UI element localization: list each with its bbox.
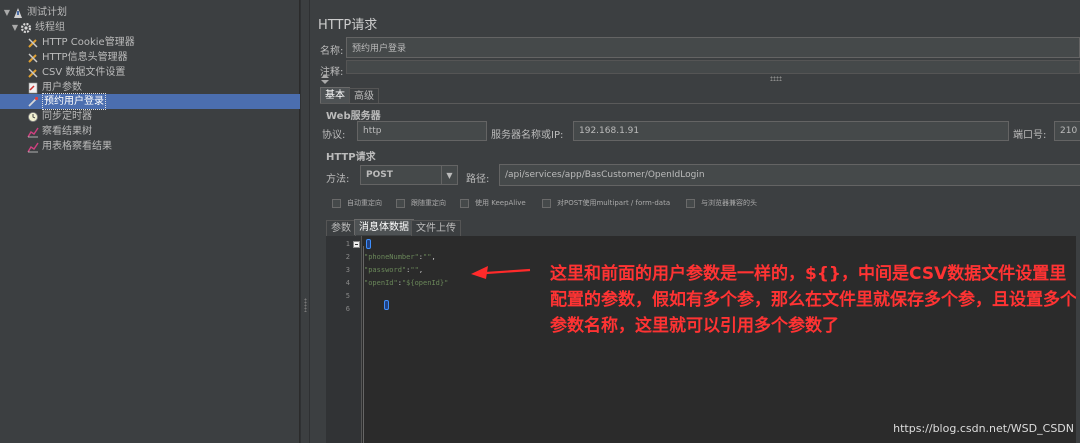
line-number-gutter: 1 2 3 4 5 6 — [326, 236, 362, 443]
tab-parameters[interactable]: 参数 — [326, 220, 356, 236]
checkbox-label: 对POST使用multipart / form-data — [557, 199, 671, 207]
tree-item-header-manager[interactable]: HTTP信息头管理器 — [27, 50, 128, 65]
tree-item-cookie-manager[interactable]: HTTP Cookie管理器 — [27, 35, 135, 50]
code-line: "phoneNumber":"", — [364, 253, 436, 261]
tree-item-label: 线程组 — [35, 22, 65, 33]
checkbox-box[interactable] — [460, 198, 469, 208]
tree-item-label: 同步定时器 — [42, 111, 92, 122]
checkbox-box[interactable] — [686, 198, 695, 208]
path-field[interactable]: /api/services/app/BasCustomer/OpenIdLogi… — [499, 164, 1080, 186]
open-brace-highlight — [366, 239, 371, 249]
test-plan-icon — [14, 7, 22, 18]
tab-divider — [320, 103, 1080, 104]
expand-toggle-icon[interactable]: ▼ — [2, 5, 12, 20]
tree-item-label: 察看结果树 — [42, 126, 92, 137]
checkbox-label: 自动重定向 — [347, 199, 382, 207]
tree-item-csv-data-set[interactable]: CSV 数据文件设置 — [27, 65, 125, 80]
collapse-arrows-icon[interactable] — [320, 74, 338, 84]
config-wrench-icon — [28, 52, 38, 63]
listener-chart-icon — [27, 142, 39, 152]
tree-item-label: CSV 数据文件设置 — [42, 67, 126, 78]
sampler-pipette-icon — [28, 96, 39, 107]
checkbox-box[interactable] — [396, 198, 405, 208]
close-brace-highlight — [384, 300, 389, 310]
checkbox-box[interactable] — [332, 198, 341, 208]
web-server-section-title: Web服务器 — [326, 111, 381, 122]
tree-item-test-plan[interactable]: ▼ 测试计划 — [2, 5, 67, 20]
thread-group-gear-icon — [20, 22, 32, 33]
test-plan-tree: ▼ 测试计划 ▼ 线程组 HTTP Cookie管理器 HTTP信息头管理器 C… — [0, 0, 300, 443]
checkbox-box[interactable] — [542, 198, 551, 208]
annotation-text: 这里和前面的用户参数是一样的，${}，中间是CSV数据文件设置里配置的参数，假如… — [550, 264, 1077, 336]
checkbox-label: 使用 KeepAlive — [475, 199, 526, 207]
preprocessor-icon — [28, 82, 38, 93]
tree-item-thread-group[interactable]: ▼ 线程组 — [10, 20, 65, 35]
protocol-label: 协议: — [322, 130, 346, 141]
line-number: 2 — [345, 253, 350, 261]
tree-item-label: HTTP信息头管理器 — [42, 52, 128, 63]
panel-title: HTTP请求 — [318, 18, 378, 33]
splitter-grip[interactable] — [304, 298, 307, 312]
port-field[interactable]: 210 — [1054, 121, 1080, 141]
code-line: "openId":"${openId}" — [364, 279, 449, 287]
tree-item-view-results-tree[interactable]: 察看结果树 — [27, 124, 92, 139]
tree-item-sync-timer[interactable]: 同步定时器 — [27, 109, 92, 124]
method-label: 方法: — [326, 174, 350, 185]
checkbox-label: 跟随重定向 — [411, 199, 446, 207]
tree-item-label: 用表格察看结果 — [42, 141, 112, 152]
tree-item-label: 预约用户登录 — [42, 93, 106, 110]
port-label: 端口号: — [1013, 130, 1047, 141]
chevron-down-icon[interactable]: ▼ — [441, 166, 457, 184]
http-request-panel: HTTP请求 名称: 预约用户登录 注释: 基本 高级 Web服务器 协议: h… — [310, 0, 1080, 443]
comment-field[interactable] — [346, 60, 1080, 74]
method-select[interactable]: POST ▼ — [360, 165, 458, 185]
tree-item-reservation-login[interactable]: 预约用户登录 — [0, 93, 300, 110]
horizontal-grip[interactable] — [770, 76, 782, 81]
name-label: 名称: — [320, 46, 344, 57]
editor-scrollbar[interactable] — [1076, 236, 1080, 443]
line-number: 5 — [345, 292, 350, 300]
line-number: 4 — [345, 279, 350, 287]
tree-item-label: HTTP Cookie管理器 — [42, 37, 135, 48]
multipart-checkbox[interactable]: 对POST使用multipart / form-data — [542, 198, 670, 208]
tab-file-upload[interactable]: 文件上传 — [411, 220, 461, 236]
server-field[interactable]: 192.168.1.91 — [573, 121, 1009, 141]
path-label: 路径: — [466, 174, 490, 185]
red-arrow-icon — [471, 266, 531, 279]
auto-redirect-checkbox[interactable]: 自动重定向 — [332, 198, 382, 208]
config-wrench-icon — [28, 37, 38, 48]
tree-item-label: 测试计划 — [27, 7, 67, 18]
listener-chart-icon — [27, 127, 39, 137]
panel-splitter[interactable] — [300, 0, 310, 443]
body-data-editor[interactable]: 1 2 3 4 5 6 "phoneNumber":"", "password"… — [326, 236, 1080, 443]
browser-headers-checkbox[interactable]: 与浏览器兼容的头 — [686, 198, 757, 208]
fold-toggle-icon[interactable] — [353, 241, 360, 248]
line-number: 6 — [345, 305, 350, 313]
text-caret-line — [363, 246, 364, 443]
expand-toggle-icon[interactable]: ▼ — [10, 20, 20, 35]
line-number: 3 — [345, 266, 350, 274]
checkbox-label: 与浏览器兼容的头 — [701, 199, 757, 207]
code-line: "password":"", — [364, 266, 424, 274]
http-request-section-title: HTTP请求 — [326, 152, 376, 163]
method-value: POST — [366, 170, 393, 180]
watermark-text: https://blog.csdn.net/WSD_CSDN — [893, 422, 1074, 435]
tab-body-data[interactable]: 消息体数据 — [354, 219, 414, 235]
protocol-field[interactable]: http — [357, 121, 487, 141]
name-field[interactable]: 预约用户登录 — [346, 37, 1080, 58]
tree-item-view-results-table[interactable]: 用表格察看结果 — [27, 139, 112, 154]
tab-advanced[interactable]: 高级 — [349, 88, 379, 104]
follow-redirect-checkbox[interactable]: 跟随重定向 — [396, 198, 446, 208]
line-number: 1 — [345, 240, 350, 248]
server-label: 服务器名称或IP: — [491, 130, 564, 141]
keepalive-checkbox[interactable]: 使用 KeepAlive — [460, 198, 526, 208]
timer-clock-icon — [28, 111, 38, 122]
tab-basic[interactable]: 基本 — [320, 87, 350, 103]
config-wrench-icon — [28, 67, 38, 78]
